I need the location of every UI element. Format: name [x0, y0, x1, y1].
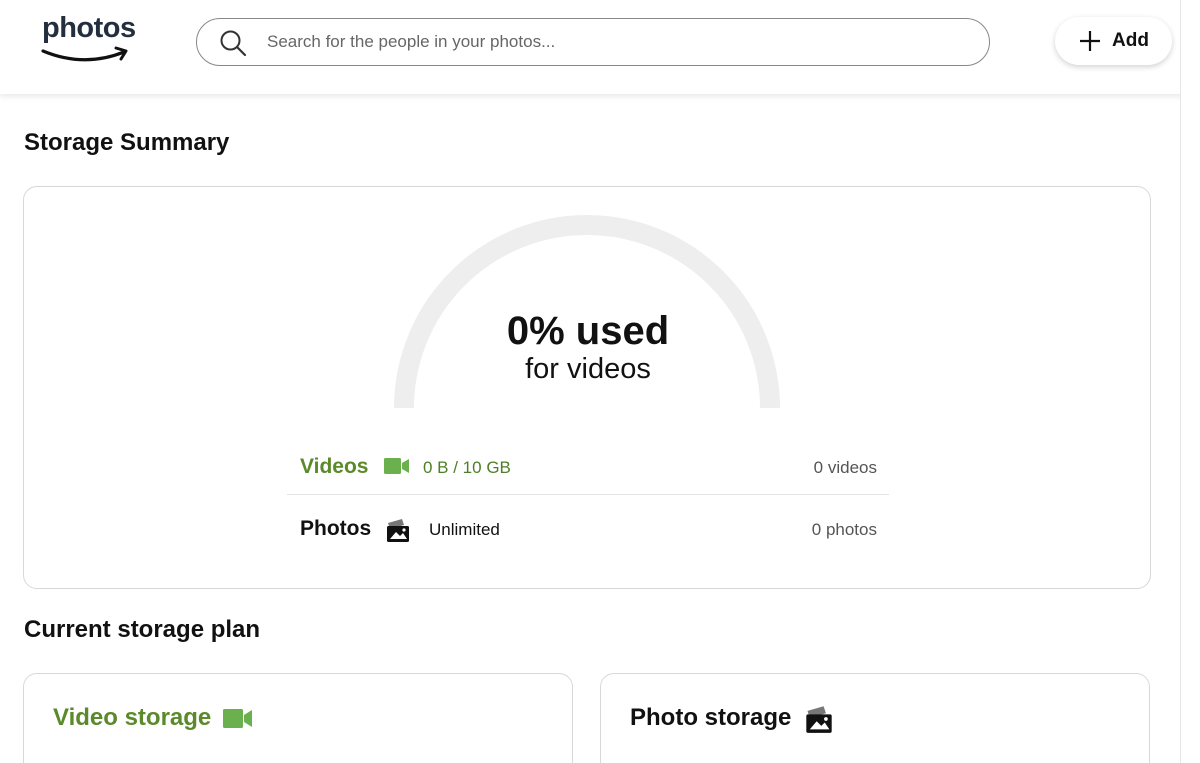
logo-text: photos: [42, 12, 136, 44]
search-icon: [220, 30, 247, 57]
search-input[interactable]: [267, 19, 967, 65]
current-plan-title: Current storage plan: [24, 616, 261, 643]
video-storage-title: Video storage: [53, 704, 212, 731]
photos-usage-row: Photos Unlimited 0 photos: [287, 505, 889, 557]
videos-label: Videos: [300, 455, 369, 478]
top-header: photos Add: [0, 0, 1200, 94]
photo-icon: [806, 706, 832, 733]
videos-count: 0 videos: [813, 458, 877, 477]
photos-storage-used: Unlimited: [429, 520, 500, 539]
video-camera-icon: [223, 709, 252, 728]
add-button-label: Add: [1112, 30, 1149, 51]
photos-logo[interactable]: photos: [40, 12, 140, 68]
plus-icon: [1080, 31, 1101, 51]
add-button[interactable]: Add: [1055, 17, 1172, 65]
scrollbar[interactable]: [1180, 0, 1200, 763]
photo-storage-card[interactable]: Photo storage: [600, 673, 1150, 763]
video-storage-card[interactable]: Video storage: [23, 673, 573, 763]
video-camera-icon: [384, 458, 409, 474]
photo-storage-title: Photo storage: [630, 704, 792, 731]
search-bar[interactable]: [196, 18, 990, 66]
photos-count: 0 photos: [811, 520, 877, 539]
videos-storage-used: 0 B / 10 GB: [423, 458, 511, 477]
gauge-subtitle: for videos: [525, 353, 651, 385]
videos-usage-row: Videos 0 B / 10 GB 0 videos: [287, 443, 889, 495]
amazon-smile-icon: [41, 46, 128, 62]
gauge-percent-used: 0% used: [506, 309, 670, 353]
photo-icon: [387, 519, 409, 542]
storage-summary-title: Storage Summary: [24, 129, 230, 156]
photos-app: photos Add Storage Summary: [0, 0, 1200, 763]
photos-label: Photos: [300, 517, 372, 540]
storage-summary-card: 0% used for videos Videos 0 B / 10 GB 0 …: [23, 186, 1151, 589]
